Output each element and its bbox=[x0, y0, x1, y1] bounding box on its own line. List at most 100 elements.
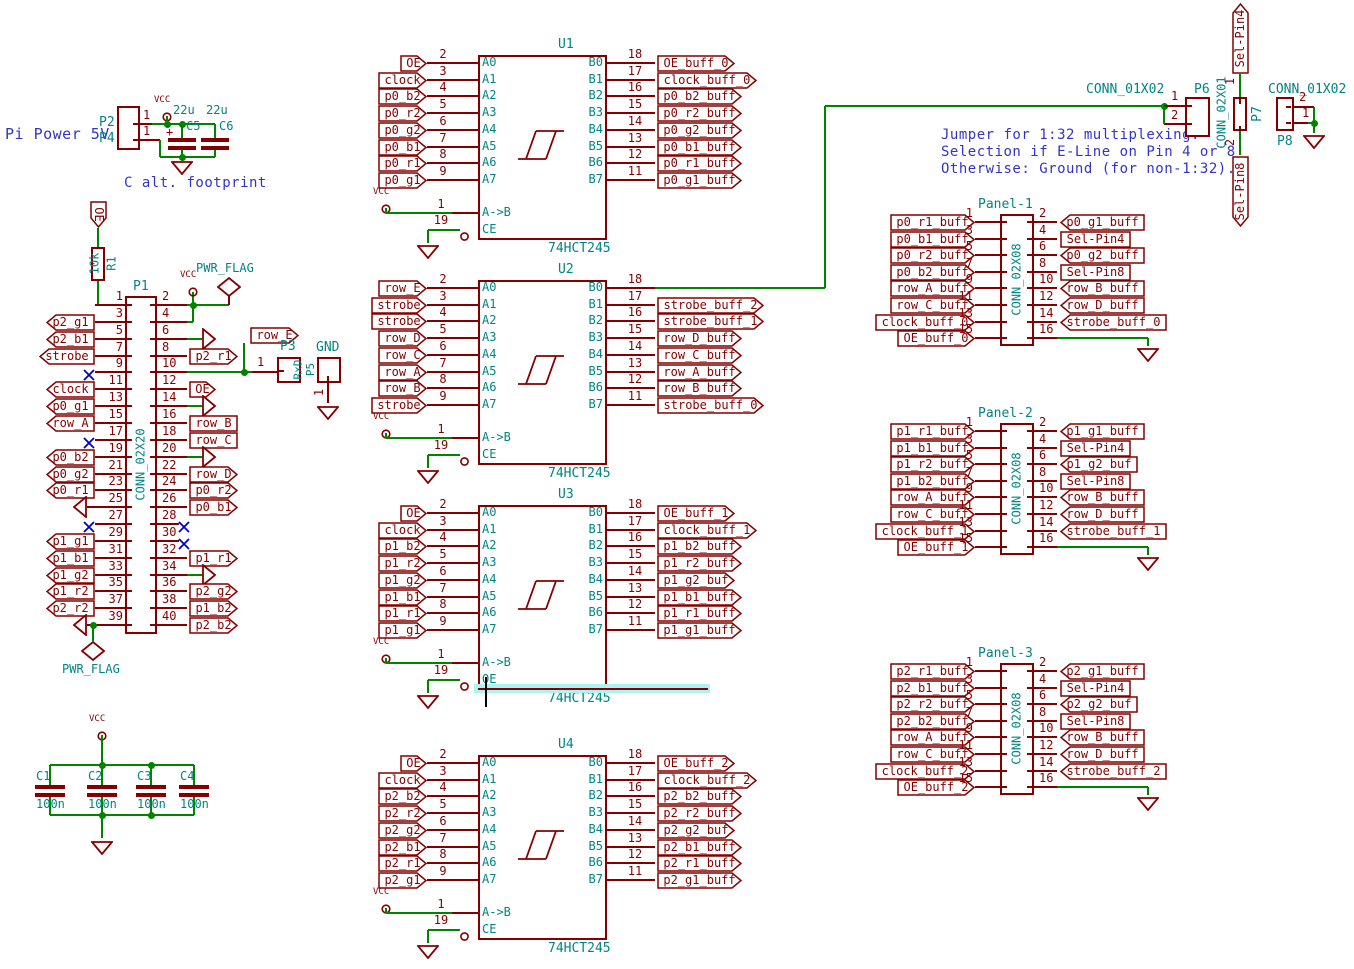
net-label[interactable]: Sel-Pin8 bbox=[1060, 473, 1131, 490]
net-label[interactable]: row_B_buff bbox=[1060, 280, 1145, 297]
net-label[interactable]: clock_buff_1 bbox=[657, 522, 757, 539]
net-label[interactable]: clock_buff_0 bbox=[657, 72, 757, 89]
net-label[interactable]: row_B_buff bbox=[1060, 489, 1145, 506]
net-label[interactable]: Sel-Pin8 bbox=[1060, 713, 1131, 730]
net-label[interactable]: p2_b1_buff bbox=[657, 839, 742, 856]
net-label[interactable]: row_C bbox=[378, 347, 427, 364]
net-label[interactable]: p1_b1 bbox=[46, 550, 95, 567]
net-label[interactable]: p0_r2_buff bbox=[657, 105, 742, 122]
net-label[interactable]: p2_b2 bbox=[378, 788, 427, 805]
net-label[interactable]: p2_g1 bbox=[46, 314, 95, 331]
net-label[interactable]: p0_g1 bbox=[46, 398, 95, 415]
net-label[interactable]: p0_g1 bbox=[378, 172, 427, 189]
net-label[interactable]: p2_r2_buff bbox=[657, 805, 742, 822]
net-label[interactable]: p2_r1_buff bbox=[657, 855, 742, 872]
net-label[interactable]: strobe bbox=[39, 348, 95, 365]
net-label-oe[interactable]: OE bbox=[90, 201, 107, 228]
net-label-sel-pin8[interactable]: Sel-Pin8 bbox=[1232, 156, 1249, 227]
net-label[interactable]: p1_g2 bbox=[378, 572, 427, 589]
net-label[interactable]: strobe_buff_0 bbox=[1060, 314, 1167, 331]
net-label[interactable]: p1_r2 bbox=[378, 555, 427, 572]
pwr-flag-icon[interactable] bbox=[81, 641, 105, 661]
net-label[interactable]: p2_b1 bbox=[46, 331, 95, 348]
net-label[interactable]: p2_g1 bbox=[378, 872, 427, 889]
net-label[interactable]: p2_r2 bbox=[378, 805, 427, 822]
net-label[interactable]: strobe bbox=[371, 297, 427, 314]
net-label[interactable]: p1_b1 bbox=[378, 589, 427, 606]
ground-arrow-icon[interactable] bbox=[91, 840, 113, 854]
connector-p2-p4-body[interactable] bbox=[117, 106, 140, 150]
ground-arrow-icon[interactable] bbox=[73, 614, 87, 636]
net-label[interactable]: p2_r1 bbox=[189, 348, 238, 365]
capacitor-plate[interactable] bbox=[136, 785, 166, 789]
net-label[interactable]: p0_b1 bbox=[378, 139, 427, 156]
net-label[interactable]: strobe_buff_1 bbox=[657, 313, 764, 330]
net-label[interactable]: p1_g1 bbox=[46, 533, 95, 550]
net-label[interactable]: strobe_buff_2 bbox=[657, 297, 764, 314]
net-label[interactable]: Sel-Pin4 bbox=[1060, 231, 1131, 248]
net-label[interactable]: p0_b2 bbox=[378, 88, 427, 105]
net-label[interactable]: p1_r2 bbox=[46, 583, 95, 600]
net-label[interactable]: p0_g1_buff bbox=[1060, 214, 1145, 231]
net-label[interactable]: p1_g2 bbox=[46, 567, 95, 584]
net-label[interactable]: p0_r2 bbox=[189, 482, 238, 499]
net-label[interactable]: p2_b1 bbox=[378, 839, 427, 856]
net-label[interactable]: p2_g1_buff bbox=[1060, 663, 1145, 680]
net-label[interactable]: p2_g2_buf bbox=[657, 822, 735, 839]
net-label[interactable]: p1_r1_buff bbox=[657, 605, 742, 622]
net-label[interactable]: p0_r1 bbox=[46, 482, 95, 499]
net-label[interactable]: p0_g2_buff bbox=[1060, 247, 1145, 264]
net-label[interactable]: p0_g2 bbox=[378, 122, 427, 139]
net-label[interactable]: p1_r1 bbox=[378, 605, 427, 622]
net-label[interactable]: row_D_buff bbox=[1060, 746, 1145, 763]
net-label[interactable]: p2_g2 bbox=[189, 583, 238, 600]
net-label[interactable]: row_E bbox=[378, 280, 427, 297]
ground-arrow-icon[interactable] bbox=[73, 496, 87, 518]
net-label[interactable]: p2_g2 bbox=[378, 822, 427, 839]
net-label[interactable]: p0_g2 bbox=[46, 466, 95, 483]
net-label[interactable]: p0_g1_buff bbox=[657, 172, 742, 189]
net-label-sel-pin4[interactable]: Sel-Pin4 bbox=[1232, 3, 1249, 74]
net-label[interactable]: row_C_buff bbox=[657, 347, 742, 364]
connector-p6-body[interactable] bbox=[1185, 97, 1210, 137]
net-label[interactable]: p1_g2_buf bbox=[1060, 456, 1138, 473]
ground-arrow-icon[interactable] bbox=[1137, 796, 1159, 810]
net-label[interactable]: row_A_buff bbox=[657, 364, 742, 381]
net-label[interactable]: Sel-Pin4 bbox=[1060, 440, 1131, 457]
capacitor-plate[interactable] bbox=[35, 785, 65, 789]
ground-arrow-icon[interactable] bbox=[171, 160, 193, 174]
net-label[interactable]: row_D_buff bbox=[657, 330, 742, 347]
net-label[interactable]: p1_b2 bbox=[189, 600, 238, 617]
capacitor-plate[interactable] bbox=[87, 785, 117, 789]
net-label[interactable]: p0_b2_buff bbox=[657, 88, 742, 105]
net-label[interactable]: p2_r2 bbox=[46, 600, 95, 617]
net-label[interactable]: p0_b1 bbox=[189, 499, 238, 516]
net-label[interactable]: p0_b1_buff bbox=[657, 139, 742, 156]
net-label[interactable]: row_A bbox=[378, 364, 427, 381]
ground-arrow-icon[interactable] bbox=[417, 944, 439, 958]
vcc-symbol-icon[interactable] bbox=[188, 282, 198, 292]
net-label[interactable]: OE_buff_1 bbox=[657, 505, 735, 522]
net-label[interactable]: p2_g2_buf bbox=[1060, 696, 1138, 713]
ground-arrow-icon[interactable] bbox=[317, 405, 339, 419]
net-label[interactable]: p1_b2_buff bbox=[657, 538, 742, 555]
net-label[interactable]: p0_g2_buff bbox=[657, 122, 742, 139]
net-label[interactable]: Sel-Pin4 bbox=[1060, 680, 1131, 697]
net-label[interactable]: p2_b2 bbox=[189, 617, 238, 634]
net-label[interactable]: p1_g2_buf bbox=[657, 572, 735, 589]
net-label[interactable]: strobe_buff_2 bbox=[1060, 763, 1167, 780]
net-label[interactable]: p0_b2 bbox=[46, 449, 95, 466]
net-label[interactable]: strobe_buff_0 bbox=[657, 397, 764, 414]
net-label[interactable]: p2_r1 bbox=[378, 855, 427, 872]
net-label[interactable]: p2_b2_buff bbox=[657, 788, 742, 805]
net-label[interactable]: row_D bbox=[189, 466, 238, 483]
net-label[interactable]: clock bbox=[378, 522, 427, 539]
net-label[interactable]: p1_g1_buff bbox=[1060, 423, 1145, 440]
net-label[interactable]: clock bbox=[378, 72, 427, 89]
net-label[interactable]: p1_b2 bbox=[378, 538, 427, 555]
net-label[interactable]: Sel-Pin8 bbox=[1060, 264, 1131, 281]
ground-arrow-icon[interactable] bbox=[417, 469, 439, 483]
net-label[interactable]: p1_g1_buff bbox=[657, 622, 742, 639]
net-label[interactable]: strobe bbox=[371, 397, 427, 414]
net-label[interactable]: p1_g1 bbox=[378, 622, 427, 639]
